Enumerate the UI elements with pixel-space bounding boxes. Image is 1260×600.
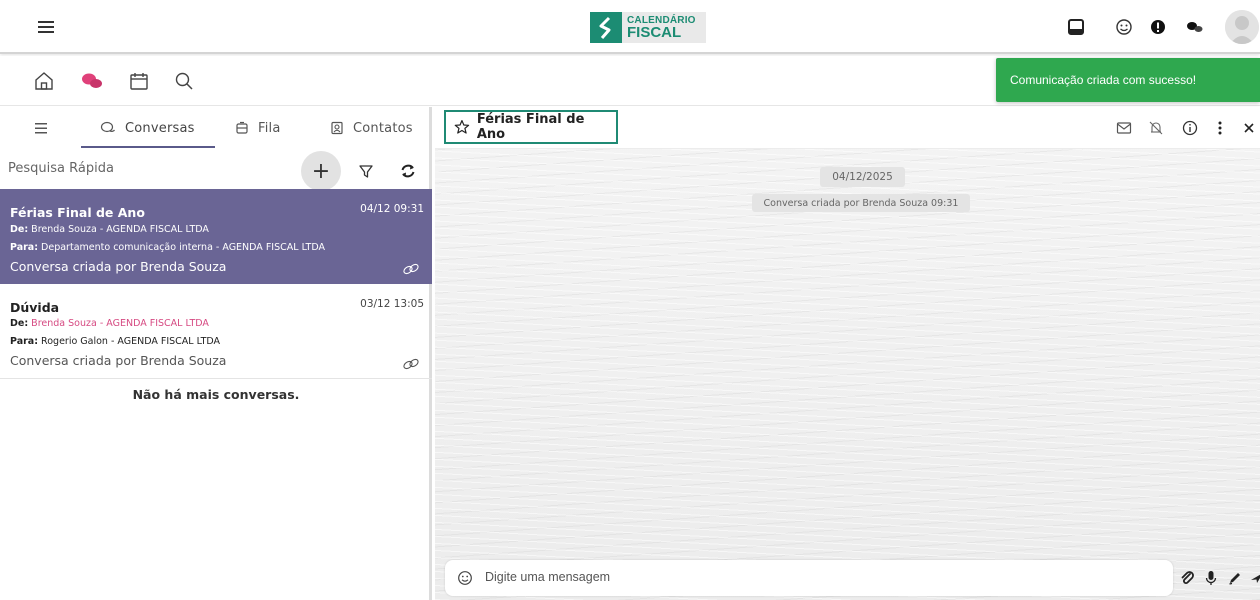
panel-menu-icon[interactable] [34, 107, 57, 149]
conversation-date: 03/12 13:05 [360, 298, 424, 310]
tab-conversas[interactable]: Conversas [100, 107, 195, 149]
close-icon[interactable] [1240, 119, 1258, 137]
alert-icon[interactable] [1146, 15, 1170, 39]
to-label: Para: [10, 336, 39, 347]
menu-icon[interactable] [36, 17, 58, 37]
mail-icon[interactable] [1115, 119, 1133, 137]
conversation-title: Dúvida [10, 300, 60, 315]
pen-icon[interactable] [1226, 569, 1244, 587]
refresh-icon[interactable] [399, 162, 417, 180]
list-divider [0, 378, 432, 379]
chat-icon[interactable] [80, 70, 102, 92]
tab-fila[interactable]: Fila [235, 107, 281, 149]
from-label: De: [10, 318, 29, 329]
system-message: Conversa criada por Brenda Souza 09:31 [752, 194, 970, 212]
chat-outline-icon [100, 121, 115, 133]
message-composer [445, 560, 1173, 596]
attach-icon[interactable] [1178, 569, 1196, 587]
emoji-icon[interactable] [457, 570, 473, 586]
conversation-to: Para: Departamento comunicação interna -… [10, 242, 325, 253]
star-icon[interactable] [454, 119, 470, 135]
panel-tabs: Conversas Fila Contatos [0, 107, 429, 149]
conversation-to: Para: Rogerio Galon - AGENDA FISCAL LTDA [10, 336, 220, 347]
to-label: Para: [10, 242, 39, 253]
add-conversation-button[interactable]: + [301, 151, 341, 191]
logo-line-2: FISCAL [627, 23, 682, 41]
conversation-from: De: Brenda Souza - AGENDA FISCAL LTDA [10, 224, 209, 235]
conversation-from: De: Brenda Souza - AGENDA FISCAL LTDA [10, 318, 209, 329]
logo-text: CALENDÁRIO FISCAL [627, 15, 696, 41]
no-more-conversations: Não há mais conversas. [132, 387, 300, 402]
conversation-item[interactable]: Férias Final de Ano 04/12 09:31 De: Bren… [0, 189, 432, 284]
from-value: Brenda Souza - AGENDA FISCAL LTDA [31, 224, 209, 235]
search-icon[interactable] [173, 70, 195, 92]
active-tab-indicator [81, 146, 215, 148]
queue-icon [236, 121, 248, 134]
inbox-icon[interactable] [1064, 15, 1088, 39]
conversation-subtitle: Conversa criada por Brenda Souza [10, 353, 227, 368]
microphone-icon[interactable] [1202, 569, 1220, 587]
search-row: + [0, 149, 429, 191]
calendar-icon[interactable] [128, 70, 150, 92]
calendario-fiscal-logo[interactable]: CALENDÁRIO FISCAL [590, 12, 706, 43]
tab-label: Conversas [125, 120, 195, 136]
notifications-off-icon[interactable] [1147, 119, 1165, 137]
logo-mark-icon [590, 12, 622, 43]
chat-title-box[interactable]: Férias Final de Ano [444, 110, 618, 144]
avatar[interactable] [1225, 10, 1259, 44]
more-vertical-icon[interactable] [1211, 119, 1229, 137]
quick-search-input[interactable] [8, 161, 288, 176]
smiley-icon[interactable] [1112, 15, 1136, 39]
home-icon[interactable] [33, 70, 55, 92]
send-icon[interactable] [1248, 569, 1260, 587]
top-bar: CALENDÁRIO FISCAL [0, 0, 1260, 54]
chat-bubbles-icon[interactable] [1183, 15, 1207, 39]
conversation-title: Férias Final de Ano [10, 205, 145, 220]
link-icon [402, 262, 420, 276]
chat-panel: Férias Final de Ano 04/12/2025 Conversa … [435, 107, 1260, 600]
conversation-item[interactable]: Dúvida 03/12 13:05 De: Brenda Souza - AG… [0, 284, 432, 378]
conversation-date: 04/12 09:31 [360, 203, 424, 215]
toast-message: Comunicação criada com sucesso! [1010, 73, 1197, 87]
message-input[interactable] [485, 570, 1145, 584]
chat-title: Férias Final de Ano [476, 112, 585, 142]
date-separator: 04/12/2025 [820, 167, 905, 187]
conversation-subtitle: Conversa criada por Brenda Souza [10, 259, 227, 274]
tab-contatos[interactable]: Contatos [330, 107, 413, 149]
link-icon [402, 357, 420, 371]
tab-label: Fila [258, 120, 281, 136]
from-value: Brenda Souza - AGENDA FISCAL LTDA [31, 318, 209, 329]
to-value: Departamento comunicação interna - AGEND… [41, 242, 326, 253]
chat-header: Férias Final de Ano [435, 107, 1260, 149]
success-toast: Comunicação criada com sucesso! [996, 58, 1260, 102]
info-icon[interactable] [1181, 119, 1199, 137]
to-value: Rogerio Galon - AGENDA FISCAL LTDA [41, 336, 221, 347]
contacts-icon [331, 121, 343, 135]
filter-icon[interactable] [357, 162, 375, 180]
from-label: De: [10, 224, 29, 235]
conversations-panel: Conversas Fila Contatos + Férias Final d… [0, 107, 432, 600]
tab-label: Contatos [353, 120, 413, 136]
